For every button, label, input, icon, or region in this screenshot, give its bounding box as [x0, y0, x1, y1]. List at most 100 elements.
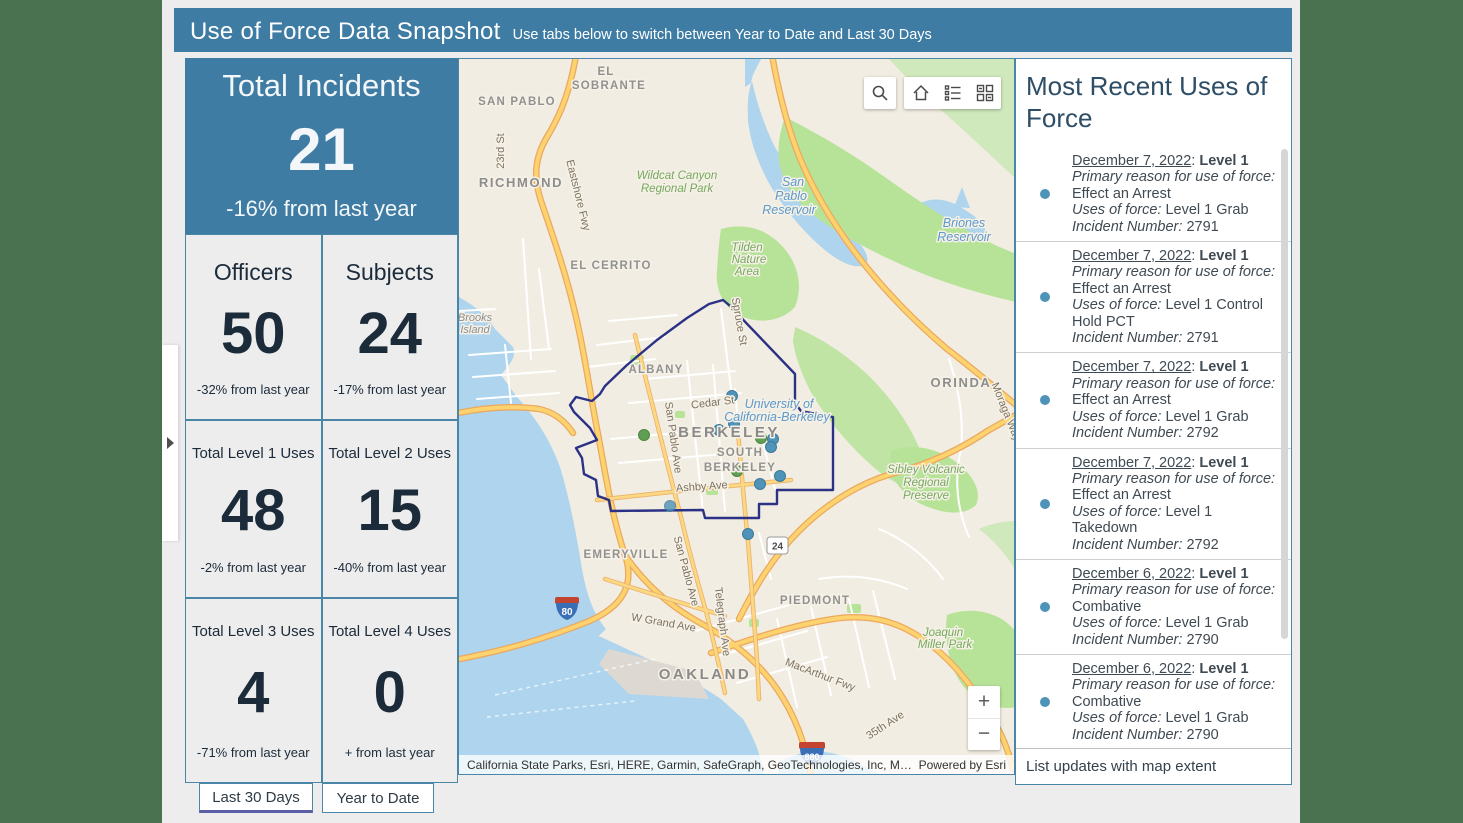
map-panel[interactable]: 80 880 24 EL SOBRANTE SAN PABLO RICHMOND…: [458, 58, 1015, 775]
incident-dot-icon: [1040, 499, 1050, 509]
svg-text:Pablo: Pablo: [775, 189, 807, 203]
basemap-button[interactable]: [969, 77, 1001, 109]
svg-text:Regional Park: Regional Park: [641, 183, 714, 195]
legend-button[interactable]: [937, 77, 969, 109]
svg-text:23rd St: 23rd St: [495, 133, 507, 168]
colon: :: [1191, 455, 1195, 471]
map-search-button[interactable]: [864, 77, 896, 109]
stat-card-level3: Total Level 3 Uses 4 -71% from last year: [185, 598, 322, 783]
incident-dot-icon: [1040, 395, 1050, 405]
list-item[interactable]: December 6, 2022: Level 1 Primary reason…: [1016, 655, 1291, 748]
home-icon: [912, 84, 930, 102]
uses-label: Uses of force:: [1072, 710, 1161, 726]
incident-dot-icon: [1040, 292, 1050, 302]
svg-text:Nature: Nature: [732, 254, 767, 266]
incident-details: December 7, 2022: Level 1 Primary reason…: [1072, 248, 1277, 346]
svg-text:24: 24: [772, 542, 784, 553]
colon: :: [1191, 248, 1195, 264]
stat-card-level1: Total Level 1 Uses 48 -2% from last year: [185, 420, 322, 598]
home-extent-button[interactable]: [905, 77, 937, 109]
svg-text:Island: Island: [460, 324, 490, 336]
powered-by-esri[interactable]: Powered by Esri: [919, 758, 1006, 772]
reason-label: Primary reason for use of force:: [1072, 169, 1277, 185]
incident-date-link[interactable]: December 7, 2022: [1072, 455, 1191, 471]
stat-label: Total Level 4 Uses: [328, 623, 451, 640]
incident-date-link[interactable]: December 7, 2022: [1072, 359, 1191, 375]
recent-uses-title: Most Recent Uses of Force: [1016, 59, 1291, 134]
stat-delta: -71% from last year: [197, 745, 310, 760]
incident-details: December 6, 2022: Level 1 Primary reason…: [1072, 661, 1277, 743]
stat-label: Total Level 1 Uses: [192, 445, 315, 462]
list-item[interactable]: December 7, 2022: Level 1 Primary reason…: [1016, 147, 1291, 242]
svg-text:EL: EL: [597, 66, 614, 78]
incident-date-link[interactable]: December 7, 2022: [1072, 153, 1191, 169]
list-item[interactable]: December 6, 2022: Level 1 Primary reason…: [1016, 560, 1291, 655]
panel-expand-handle[interactable]: [162, 345, 178, 541]
incident-date-link[interactable]: December 6, 2022: [1072, 566, 1191, 582]
list-item[interactable]: December 7, 2022: Level 1 Primary reason…: [1016, 353, 1291, 448]
reason-value: Effect an Arrest: [1072, 392, 1277, 408]
map-canvas[interactable]: 80 880 24 EL SOBRANTE SAN PABLO RICHMOND…: [459, 59, 1015, 775]
tab-year-to-date[interactable]: Year to Date: [322, 783, 434, 813]
page-subtitle: Use tabs below to switch between Year to…: [513, 27, 932, 43]
list-footer: List updates with map extent: [1016, 748, 1291, 784]
stat-card-subjects: Subjects 24 -17% from last year: [322, 234, 459, 420]
incident-dot-icon: [1040, 697, 1050, 707]
svg-text:Preserve: Preserve: [903, 490, 949, 502]
stat-delta: -17% from last year: [333, 382, 446, 397]
zoom-out-button[interactable]: −: [968, 719, 1000, 751]
uses-label: Uses of force:: [1072, 409, 1161, 425]
list-item[interactable]: December 7, 2022: Level 1 Primary reason…: [1016, 449, 1291, 560]
svg-text:Wildcat Canyon: Wildcat Canyon: [637, 170, 717, 182]
zoom-in-button[interactable]: +: [968, 686, 1000, 719]
uses-label: Uses of force:: [1072, 504, 1161, 520]
incident-dot: [665, 501, 676, 512]
incident-dot: [639, 430, 650, 441]
incident-level: Level 1: [1199, 661, 1248, 677]
incident-details: December 7, 2022: Level 1 Primary reason…: [1072, 153, 1277, 235]
svg-text:RICHMOND: RICHMOND: [479, 175, 563, 190]
incident-number: 2792: [1186, 425, 1218, 441]
uses-value: Level 1 Grab: [1165, 202, 1248, 218]
stat-delta: + from last year: [345, 745, 435, 760]
list-scrollbar[interactable]: [1281, 149, 1288, 639]
reason-label: Primary reason for use of force:: [1072, 376, 1277, 392]
incident-dot: [755, 479, 766, 490]
stat-value: 4: [237, 664, 269, 722]
tab-last-30-days[interactable]: Last 30 Days: [199, 783, 313, 813]
uses-value: Level 1 Grab: [1165, 615, 1248, 631]
svg-text:BERKELEY: BERKELEY: [704, 462, 776, 474]
uses-value: Level 1 Grab: [1165, 710, 1248, 726]
stat-label: Total Level 2 Uses: [328, 445, 451, 462]
stat-value: 50: [221, 305, 286, 363]
incident-number: 2792: [1186, 537, 1218, 553]
stat-delta: -40% from last year: [333, 560, 446, 575]
stat-value: 48: [221, 482, 286, 540]
uses-label: Uses of force:: [1072, 297, 1161, 313]
colon: :: [1191, 359, 1195, 375]
incident-date-link[interactable]: December 7, 2022: [1072, 248, 1191, 264]
incident-dot: [743, 529, 754, 540]
svg-text:Miller Park: Miller Park: [918, 639, 974, 651]
recent-uses-list[interactable]: December 7, 2022: Level 1 Primary reason…: [1016, 147, 1291, 748]
total-incidents-value: 21: [288, 120, 355, 180]
header-bar: Use of Force Data Snapshot Use tabs belo…: [174, 8, 1292, 52]
incident-number-label: Incident Number:: [1072, 219, 1182, 235]
svg-text:80: 80: [561, 607, 573, 618]
reason-value: Combative: [1072, 599, 1277, 615]
svg-text:SOBRANTE: SOBRANTE: [572, 80, 646, 92]
page-title: Use of Force Data Snapshot: [190, 18, 501, 46]
incident-number-label: Incident Number:: [1072, 425, 1182, 441]
svg-text:Reservoir: Reservoir: [762, 203, 816, 217]
svg-text:Sibley Volcanic: Sibley Volcanic: [887, 464, 965, 476]
svg-text:ALBANY: ALBANY: [628, 364, 683, 376]
svg-text:Reservoir: Reservoir: [937, 230, 991, 244]
list-item[interactable]: December 7, 2022: Level 1 Primary reason…: [1016, 242, 1291, 353]
stat-delta: -2% from last year: [201, 560, 306, 575]
total-incidents-card: Total Incidents 21 -16% from last year: [185, 58, 458, 234]
colon: :: [1191, 661, 1195, 677]
svg-text:University of: University of: [745, 397, 815, 411]
incident-date-link[interactable]: December 6, 2022: [1072, 661, 1191, 677]
svg-text:OAKLAND: OAKLAND: [659, 666, 752, 683]
page-background: Use of Force Data Snapshot Use tabs belo…: [0, 0, 1463, 823]
